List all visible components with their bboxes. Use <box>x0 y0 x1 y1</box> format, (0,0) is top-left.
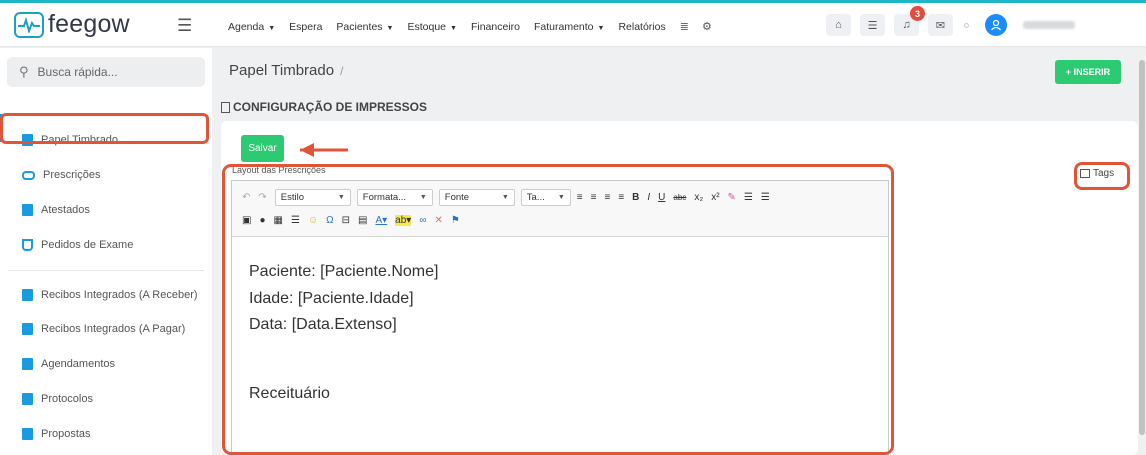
annotation-highlight-editor <box>222 164 894 455</box>
document-icon <box>22 393 33 405</box>
save-button[interactable]: Salvar <box>241 135 284 162</box>
bell-icon[interactable]: ♫ 3 <box>894 6 925 36</box>
sidebar-item-atestados[interactable]: Atestados <box>0 195 212 225</box>
nav-agenda[interactable]: Agenda ▼ <box>228 21 275 33</box>
sidebar-item-recibos-pagar[interactable]: Recibos Integrados (A Pagar) <box>0 314 212 344</box>
header-actions: ⌂ ☰ ♫ 3 ✉ <box>826 6 1075 36</box>
tasks-icon[interactable]: ☰ <box>860 14 885 36</box>
insert-button[interactable]: + INSERIR <box>1055 60 1121 84</box>
settings-icon[interactable]: ⚙ <box>702 20 712 33</box>
document-icon <box>22 428 33 440</box>
nav-faturamento[interactable]: Faturamento ▼ <box>534 21 604 33</box>
sidebar-item-protocolos[interactable]: Protocolos <box>0 384 212 414</box>
document-outline-icon <box>221 101 230 113</box>
chat-icon[interactable]: ✉ <box>928 14 953 36</box>
page-header: Papel Timbrado / + INSERIR <box>212 48 1146 93</box>
document-icon <box>22 289 33 301</box>
search-placeholder: Busca rápida... <box>37 65 118 79</box>
sidebar-item-agendamentos[interactable]: Agendamentos <box>0 349 212 379</box>
annotation-highlight-prescricoes <box>0 113 209 144</box>
scrollbar-thumb[interactable] <box>1139 60 1145 435</box>
notification-badge: 3 <box>910 6 925 21</box>
nav-relatorios[interactable]: Relatórios <box>618 21 665 33</box>
sidebar-item-prescricoes[interactable]: Prescrições <box>0 160 212 190</box>
search-icon: ⚲ <box>19 64 29 79</box>
nav-espera[interactable]: Espera <box>289 21 322 33</box>
inbox-icon[interactable]: ⌂ <box>826 14 851 36</box>
page-scrollbar[interactable] <box>1138 48 1146 455</box>
sidebar-item-propostas[interactable]: Propostas <box>0 419 212 449</box>
sidebar-divider <box>8 270 204 271</box>
annotation-arrow <box>300 143 348 157</box>
top-navbar: feegow ☰ Agenda ▼ Espera Pacientes ▼ Estoq… <box>0 3 1146 47</box>
document-icon <box>22 358 33 370</box>
logo-icon <box>14 11 44 38</box>
document-icon <box>22 323 33 335</box>
sidebar-item-pedidos-exame[interactable]: Pedidos de Exame <box>0 230 212 260</box>
search-input[interactable]: ⚲ Busca rápida... <box>7 57 205 87</box>
main-nav: Agenda ▼ Espera Pacientes ▼ Estoque ▼ Finan… <box>228 20 725 34</box>
glasses-icon <box>22 170 35 180</box>
document-plus-icon <box>22 204 33 216</box>
nav-pacientes[interactable]: Pacientes ▼ <box>336 21 393 33</box>
sidebar: ⚲ Busca rápida... Papel Timbrado Prescri… <box>0 48 212 455</box>
logo-text: feegow <box>48 10 130 38</box>
nav-financeiro[interactable]: Financeiro <box>471 21 520 33</box>
user-avatar[interactable] <box>985 14 1007 36</box>
flask-icon <box>22 239 33 251</box>
app-logo[interactable]: feegow <box>14 10 130 39</box>
menu-toggle-icon[interactable]: ☰ <box>177 16 192 36</box>
user-name-blurred[interactable] <box>1023 21 1075 29</box>
sidebar-item-recibos-receber[interactable]: Recibos Integrados (A Receber) <box>0 280 212 310</box>
status-dot <box>964 22 969 28</box>
page-title: Papel Timbrado / <box>229 62 344 79</box>
section-title: CONFIGURAÇÃO DE IMPRESSOS <box>221 100 427 114</box>
annotation-highlight-tags <box>1074 162 1130 190</box>
nav-estoque[interactable]: Estoque ▼ <box>407 21 456 33</box>
database-icon[interactable]: ≣ <box>680 20 689 33</box>
